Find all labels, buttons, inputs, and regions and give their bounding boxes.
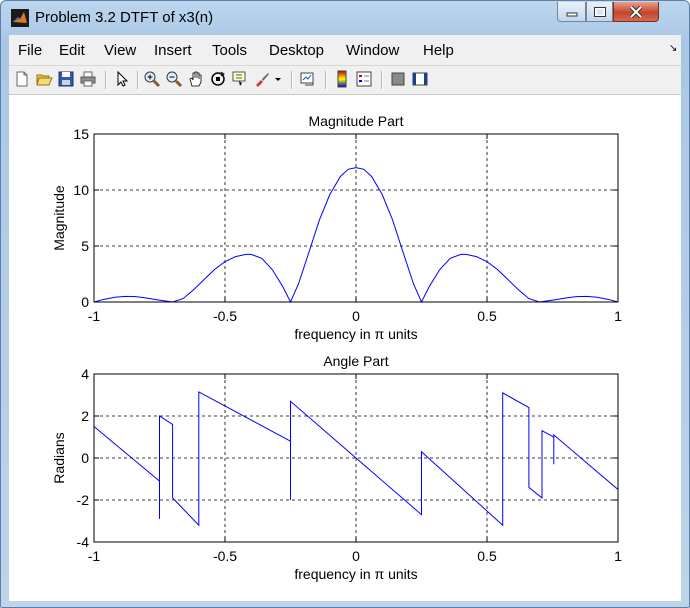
figure-client-area: File Edit View Insert Tools Desktop Wind… <box>9 35 681 601</box>
menu-desktop[interactable]: Desktop <box>269 42 324 59</box>
mag-y-tick-label: 15 <box>73 126 89 142</box>
hide-plot-tools-icon[interactable] <box>389 70 407 88</box>
ang-x-tick-label: -0.5 <box>213 548 237 564</box>
ang-y-tick-label: -4 <box>77 534 90 550</box>
ang-y-axis-label: Radians <box>51 432 67 483</box>
mag-x-tick-label: 0.5 <box>477 308 497 324</box>
dock-arrow-icon[interactable]: ↘ <box>669 43 677 54</box>
insert-legend-icon[interactable] <box>355 70 373 88</box>
ang-y-tick-label: -2 <box>77 492 90 508</box>
ang-x-axis-label: frequency in π units <box>294 566 417 582</box>
menu-bar: File Edit View Insert Tools Desktop Wind… <box>9 35 681 66</box>
ang-x-tick-label: 1 <box>614 548 622 564</box>
brush-icon[interactable] <box>253 70 271 88</box>
ang-x-tick-label: -1 <box>88 548 101 564</box>
matlab-icon <box>11 9 29 27</box>
ang-title: Angle Part <box>323 353 388 369</box>
menu-edit[interactable]: Edit <box>59 42 85 59</box>
maximize-button[interactable] <box>586 2 613 22</box>
ang-x-tick-label: 0.5 <box>477 548 497 564</box>
figure-toolbar <box>9 66 681 95</box>
menu-insert[interactable]: Insert <box>154 42 192 59</box>
rotate-3d-icon[interactable] <box>209 70 227 88</box>
mag-y-axis-label: Magnitude <box>51 185 67 251</box>
maximize-icon <box>593 6 606 17</box>
ang-y-tick-label: 2 <box>81 408 89 424</box>
mag-y-tick-label: 0 <box>81 294 89 310</box>
toolbar-separator <box>325 71 327 89</box>
menu-window[interactable]: Window <box>346 42 399 59</box>
toolbar-separator <box>137 71 139 89</box>
title-bar[interactable]: Problem 3.2 DTFT of x3(n) <box>1 1 689 35</box>
mag-y-tick-label: 10 <box>73 182 89 198</box>
ang-x-tick-label: 0 <box>352 548 360 564</box>
print-icon[interactable] <box>79 70 97 88</box>
open-file-icon[interactable] <box>35 70 53 88</box>
menu-tools[interactable]: Tools <box>212 42 247 59</box>
link-plot-icon[interactable] <box>299 70 317 88</box>
insert-colorbar-icon[interactable] <box>333 70 351 88</box>
angle-axes[interactable]: -1 -0.5 0 0.5 1 -4 -2 0 2 4 Angle Part frequency in… <box>51 353 622 582</box>
minimize-icon <box>566 12 577 16</box>
menu-view[interactable]: View <box>104 42 136 59</box>
new-figure-icon[interactable] <box>13 70 31 88</box>
mag-y-tick-label: 5 <box>81 238 89 254</box>
ang-y-tick-label: 4 <box>81 366 89 382</box>
window-title: Problem 3.2 DTFT of x3(n) <box>35 9 214 26</box>
minimize-button[interactable] <box>557 2 586 22</box>
magnitude-axes[interactable]: -1 -0.5 0 0.5 1051015Magnitude Partfrequency… <box>51 113 622 342</box>
zoom-out-icon[interactable] <box>165 70 183 88</box>
mag-x-tick-label: 0 <box>352 308 360 324</box>
mag-x-tick-label: -1 <box>88 308 101 324</box>
brush-dropdown-icon[interactable] <box>273 70 283 88</box>
edit-plot-arrow-icon[interactable] <box>113 70 131 88</box>
mag-title: Magnitude Part <box>309 113 404 129</box>
toolbar-separator <box>105 71 107 89</box>
mag-x-tick-label: -0.5 <box>213 308 237 324</box>
close-button[interactable] <box>613 2 659 22</box>
ang-y-tick-label: 0 <box>81 450 89 466</box>
mag-x-tick-label: 1 <box>614 308 622 324</box>
toolbar-separator <box>381 71 383 89</box>
toolbar-separator <box>291 71 293 89</box>
menu-help[interactable]: Help <box>423 42 454 59</box>
figure-canvas: -1 -0.5 0 0.5 1051015Magnitude Partfrequency… <box>51 113 622 582</box>
menu-file[interactable]: File <box>18 42 42 59</box>
zoom-in-icon[interactable] <box>143 70 161 88</box>
mag-x-axis-label: frequency in π units <box>294 326 417 342</box>
pan-hand-icon[interactable] <box>187 70 205 88</box>
figure-window: Problem 3.2 DTFT of x3(n) File Edit View… <box>0 0 690 608</box>
data-cursor-icon[interactable] <box>231 70 249 88</box>
close-icon <box>629 5 643 18</box>
show-plot-tools-icon[interactable] <box>411 70 429 88</box>
save-icon[interactable] <box>57 70 75 88</box>
